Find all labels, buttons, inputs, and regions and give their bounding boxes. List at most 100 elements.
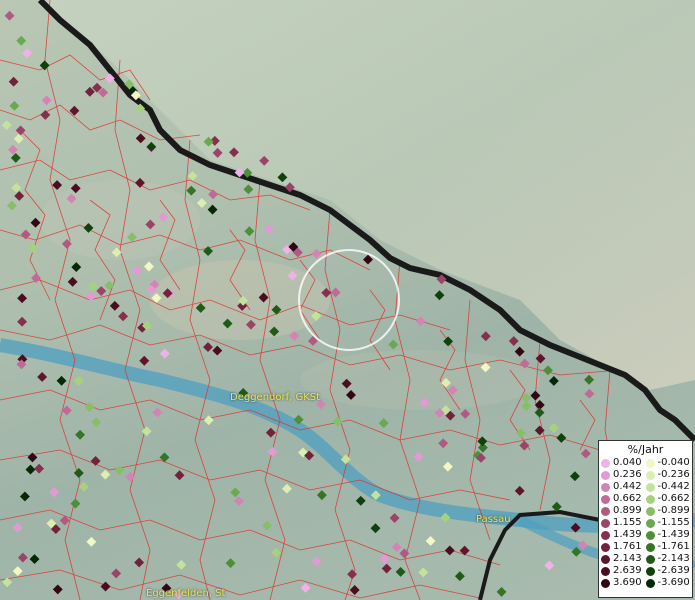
municipality-marker[interactable] [187, 171, 198, 181]
municipality-marker[interactable] [12, 566, 23, 577]
municipality-marker[interactable] [349, 585, 360, 595]
municipality-marker[interactable] [28, 243, 39, 254]
municipality-marker[interactable] [48, 487, 59, 498]
map-view[interactable]: Deggendorf, GKSt Passau Eggenfelden, St … [0, 0, 695, 600]
municipality-marker[interactable] [6, 200, 17, 211]
municipality-marker[interactable] [265, 427, 276, 438]
municipality-marker[interactable] [139, 355, 150, 366]
municipality-marker[interactable] [415, 316, 426, 327]
municipality-marker[interactable] [87, 281, 98, 292]
municipality-marker[interactable] [29, 554, 40, 565]
municipality-marker[interactable] [434, 290, 445, 301]
municipality-marker[interactable] [389, 513, 400, 524]
municipality-marker[interactable] [73, 375, 84, 386]
municipality-marker[interactable] [19, 491, 30, 502]
municipality-marker[interactable] [11, 182, 22, 193]
municipality-marker[interactable] [514, 346, 525, 357]
municipality-marker[interactable] [584, 374, 595, 385]
municipality-marker[interactable] [244, 226, 255, 237]
municipality-marker[interactable] [25, 464, 36, 475]
municipality-marker[interactable] [118, 311, 129, 322]
municipality-marker[interactable] [1, 120, 12, 131]
municipality-marker[interactable] [444, 545, 455, 556]
municipality-marker[interactable] [459, 545, 470, 556]
municipality-marker[interactable] [73, 468, 84, 478]
municipality-marker[interactable] [17, 552, 28, 563]
municipality-marker[interactable] [584, 388, 595, 399]
municipality-marker[interactable] [556, 432, 567, 443]
municipality-marker[interactable] [203, 246, 214, 257]
municipality-marker[interactable] [530, 390, 541, 401]
municipality-marker[interactable] [85, 291, 96, 302]
municipality-marker[interactable] [70, 498, 81, 509]
municipality-marker[interactable] [508, 336, 519, 346]
municipality-marker[interactable] [316, 490, 327, 501]
municipality-marker[interactable] [111, 568, 122, 579]
municipality-marker[interactable] [203, 342, 213, 353]
municipality-marker[interactable] [37, 372, 48, 382]
municipality-marker[interactable] [442, 461, 453, 472]
municipality-marker[interactable] [8, 76, 19, 87]
municipality-marker[interactable] [264, 224, 274, 235]
municipality-marker[interactable] [104, 280, 115, 291]
municipality-marker[interactable] [514, 485, 525, 496]
municipality-marker[interactable] [395, 566, 406, 577]
municipality-marker[interactable] [96, 286, 107, 296]
municipality-marker[interactable] [515, 428, 526, 438]
municipality-marker[interactable] [267, 446, 278, 457]
municipality-marker[interactable] [14, 190, 25, 201]
municipality-marker[interactable] [84, 402, 95, 413]
municipality-marker[interactable] [230, 487, 241, 498]
place-label-deggendorf[interactable]: Deggendorf, GKSt [230, 392, 320, 403]
municipality-marker[interactable] [311, 248, 322, 259]
municipality-marker[interactable] [370, 523, 381, 534]
municipality-marker[interactable] [521, 401, 532, 412]
municipality-marker[interactable] [391, 542, 402, 553]
municipality-marker[interactable] [413, 451, 424, 462]
municipality-marker[interactable] [71, 262, 82, 273]
municipality-marker[interactable] [100, 581, 111, 592]
municipality-marker[interactable] [569, 471, 580, 482]
municipality-marker[interactable] [548, 376, 559, 386]
municipality-marker[interactable] [86, 536, 97, 547]
municipality-marker[interactable] [378, 418, 389, 429]
municipality-marker[interactable] [519, 440, 530, 451]
municipality-marker[interactable] [496, 586, 507, 597]
municipality-marker[interactable] [2, 577, 13, 588]
municipality-marker[interactable] [271, 547, 282, 558]
municipality-marker[interactable] [330, 287, 341, 298]
municipality-marker[interactable] [22, 48, 33, 59]
municipality-marker[interactable] [548, 423, 559, 433]
municipality-marker[interactable] [355, 495, 366, 506]
municipality-marker[interactable] [75, 429, 86, 440]
municipality-marker[interactable] [262, 520, 272, 531]
municipality-marker[interactable] [90, 456, 101, 466]
municipality-marker[interactable] [212, 345, 223, 356]
municipality-marker[interactable] [535, 353, 546, 364]
municipality-marker[interactable] [52, 584, 63, 595]
municipality-marker[interactable] [311, 556, 322, 567]
municipality-marker[interactable] [40, 109, 51, 120]
municipality-marker[interactable] [152, 407, 163, 418]
municipality-marker[interactable] [143, 261, 154, 272]
municipality-marker[interactable] [460, 408, 471, 419]
municipality-marker[interactable] [56, 375, 67, 386]
municipality-marker[interactable] [141, 426, 152, 437]
municipality-marker[interactable] [134, 557, 145, 568]
municipality-marker[interactable] [100, 469, 111, 480]
municipality-marker[interactable] [418, 567, 429, 578]
place-label-passau[interactable]: Passau [476, 514, 511, 525]
municipality-marker[interactable] [534, 407, 545, 418]
municipality-marker[interactable] [78, 481, 89, 492]
place-label-eggenfelden[interactable]: Eggenfelden, St [146, 588, 225, 599]
municipality-marker[interactable] [114, 465, 125, 476]
municipality-marker[interactable] [52, 180, 63, 191]
municipality-marker[interactable] [9, 100, 20, 111]
municipality-marker[interactable] [41, 95, 52, 106]
municipality-marker[interactable] [146, 141, 157, 152]
municipality-marker[interactable] [580, 448, 591, 459]
municipality-marker[interactable] [132, 265, 143, 276]
municipality-marker[interactable] [225, 558, 236, 569]
municipality-marker[interactable] [186, 185, 197, 196]
municipality-marker[interactable] [91, 417, 102, 428]
